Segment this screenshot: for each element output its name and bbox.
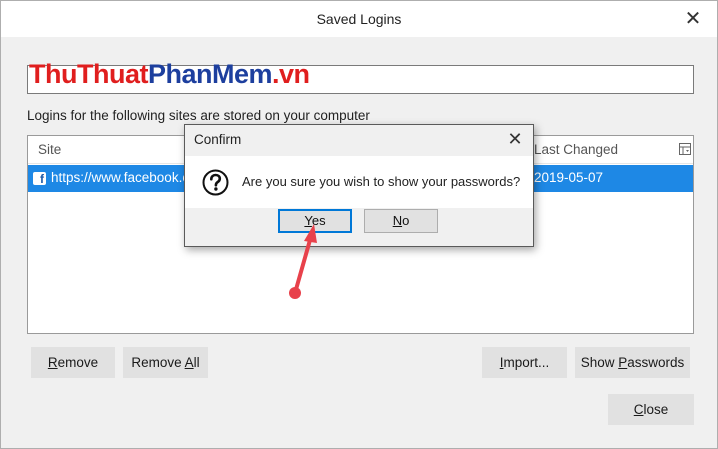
- close-button[interactable]: Close: [608, 394, 694, 425]
- watermark-part-3: .vn: [272, 59, 310, 89]
- remove-all-button[interactable]: Remove All: [123, 347, 208, 378]
- row-last-changed: 2019-05-07: [534, 170, 604, 185]
- question-icon: [202, 169, 229, 196]
- window-close-button[interactable]: ✕: [681, 7, 705, 31]
- dialog-body: Are you sure you wish to show your passw…: [185, 156, 533, 208]
- show-passwords-button[interactable]: Show Passwords: [575, 347, 690, 378]
- dialog-title-bar: Confirm ✕: [185, 125, 533, 155]
- confirm-dialog: Confirm ✕ Are you sure you wish to show …: [184, 124, 534, 247]
- column-picker-icon[interactable]: [679, 143, 691, 155]
- dialog-message: Are you sure you wish to show your passw…: [242, 174, 521, 189]
- dialog-title: Confirm: [194, 132, 242, 147]
- no-button[interactable]: No: [364, 209, 438, 233]
- watermark-logo: ThuThuatPhanMem.vn: [29, 59, 310, 90]
- title-bar: Saved Logins ✕: [1, 1, 717, 37]
- window-title: Saved Logins: [316, 11, 402, 27]
- row-site: https://www.facebook.c: [51, 170, 190, 185]
- dialog-close-button[interactable]: ✕: [505, 128, 525, 150]
- column-header-site[interactable]: Site: [38, 142, 61, 157]
- description-label: Logins for the following sites are store…: [27, 108, 370, 123]
- watermark-part-2: PhanMem: [147, 59, 273, 89]
- column-header-last-changed[interactable]: Last Changed: [534, 142, 618, 157]
- remove-button[interactable]: Remove: [31, 347, 115, 378]
- watermark-part-1: ThuThuat: [29, 59, 148, 89]
- yes-button[interactable]: Yes: [278, 209, 352, 233]
- import-button[interactable]: Import...: [482, 347, 567, 378]
- facebook-icon: f: [33, 172, 46, 186]
